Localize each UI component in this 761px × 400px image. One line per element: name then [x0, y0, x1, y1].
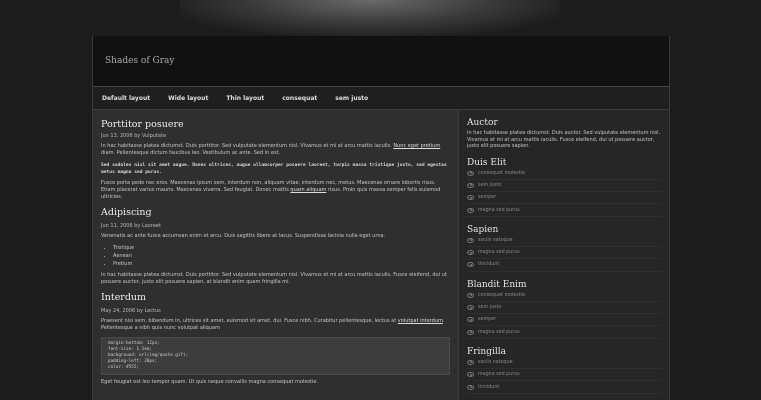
text: In hac habitasse platea dictumst. Duis p…: [101, 143, 394, 149]
sidebar-heading: Blandit Enim: [467, 279, 527, 290]
eye-icon: [467, 170, 474, 176]
sidebar-link[interactable]: magna sed purus: [467, 247, 661, 260]
sidebar-link-label: tincidunt: [478, 262, 500, 268]
eye-icon: [467, 317, 474, 323]
sidebar-link[interactable]: magna sed purus: [467, 326, 661, 339]
sidebar-link-label: consequat molestie: [478, 292, 526, 298]
sidebar-link[interactable]: semper: [467, 314, 661, 327]
nav-item-sem-justo[interactable]: sem justo: [326, 95, 377, 102]
eye-icon: [467, 237, 474, 243]
eye-icon: [467, 262, 474, 268]
nav-item-consequat[interactable]: consequat: [273, 95, 326, 102]
sidebar-about-text: In hac habitasse platea dictumst. Duis a…: [467, 130, 661, 149]
sidebar-link[interactable]: tincidunt: [467, 381, 661, 394]
page-container: Shades of Gray Default layout Wide layou…: [92, 36, 670, 400]
main-nav: Default layout Wide layout Thin layout c…: [93, 87, 669, 110]
sidebar-link-label: magna sed purus: [478, 329, 520, 335]
sidebar: Auctor In hac habitasse platea dictumst.…: [458, 110, 669, 400]
sidebar-link[interactable]: magna sed purus: [467, 369, 661, 382]
header-glow: [180, 0, 560, 36]
nav-item-wide-layout[interactable]: Wide layout: [159, 95, 217, 102]
sidebar-link[interactable]: sem justo: [467, 302, 661, 315]
sidebar-link[interactable]: consequat molestie: [467, 290, 661, 302]
sidebar-link[interactable]: semper: [467, 192, 661, 205]
post-title[interactable]: Interdum: [101, 286, 450, 303]
post-title[interactable]: Adipiscing: [101, 201, 450, 218]
eye-icon: [467, 372, 474, 378]
sidebar-link-label: semper: [478, 317, 497, 323]
site-title: Shades of Gray: [105, 56, 175, 66]
post-monospace-text: Sed sodales nisl sit amet augue. Donec u…: [101, 163, 447, 175]
sidebar-link-label: semper: [478, 195, 497, 201]
sidebar-link[interactable]: magna sed purus: [467, 204, 661, 217]
code-block: margin-bottom: 12px; font-size: 1.1em; b…: [101, 337, 450, 375]
eye-icon: [467, 182, 474, 188]
sidebar-link[interactable]: consequat molestie: [467, 168, 661, 180]
sidebar-heading: Duis Elit: [467, 157, 507, 168]
post-list: Tristique Aenean Pretium: [101, 244, 450, 268]
list-item: Pretium: [113, 260, 450, 268]
sidebar-link-label: sem justo: [478, 305, 502, 311]
sidebar-link[interactable]: sociis natoque: [467, 357, 661, 370]
nav-item-default-layout[interactable]: Default layout: [93, 95, 159, 102]
text: diam. Pellentesque dictum faucibus leo. …: [101, 150, 281, 156]
sidebar-link[interactable]: tincidunt: [467, 259, 661, 272]
post-meta: May 24, 2006 by Lectus: [101, 308, 161, 314]
list-item: Aenean: [113, 252, 450, 260]
post-paragraph: Praesent nisi sem, bibendum in, ultrices…: [101, 318, 450, 332]
inline-link[interactable]: quam aliquam: [290, 187, 326, 193]
eye-icon: [467, 305, 474, 311]
post-paragraph: Fusce porta pede nec eros. Maecenas ipsu…: [101, 180, 450, 201]
sidebar-link-label: magna sed purus: [478, 207, 520, 213]
post-paragraph: In hac habitasse platea dictumst. Duis p…: [101, 272, 447, 285]
post-meta: Jun 11, 2006 by Laoreet: [101, 223, 161, 229]
nav-item-thin-layout[interactable]: Thin layout: [217, 95, 273, 102]
sidebar-link-label: tincidunt: [478, 384, 500, 390]
site-header: Shades of Gray: [93, 36, 669, 87]
inline-link[interactable]: Nunc eget pretium: [393, 143, 440, 149]
eye-icon: [467, 292, 474, 298]
post-paragraph: In hac habitasse platea dictumst. Duis p…: [101, 143, 450, 157]
sidebar-link-label: magna sed purus: [478, 250, 520, 256]
post-title[interactable]: Porttitor posuere: [101, 110, 450, 130]
sidebar-heading: Auctor: [467, 118, 498, 128]
sidebar-link-label: consequat molestie: [478, 170, 526, 176]
post-paragraph: Eget feugiat est leo tempor quam. Ut qui…: [101, 379, 319, 385]
post-paragraph: Venenatis ac ante fusce accumsan enim et…: [101, 233, 386, 239]
sidebar-link[interactable]: sem justo: [467, 180, 661, 193]
eye-icon: [467, 207, 474, 213]
eye-icon: [467, 384, 474, 390]
text: Praesent nisi sem, bibendum in, ultrices…: [101, 318, 398, 324]
eye-icon: [467, 250, 474, 256]
eye-icon: [467, 329, 474, 335]
eye-icon: [467, 359, 474, 365]
inline-link[interactable]: volutpat interdum: [398, 318, 443, 324]
sidebar-link-label: sociis natoque: [478, 237, 513, 243]
sidebar-heading: Sapien: [467, 224, 499, 235]
sidebar-link-label: sem justo: [478, 182, 502, 188]
eye-icon: [467, 195, 474, 201]
sidebar-link[interactable]: sociis natoque: [467, 235, 661, 247]
list-item: Tristique: [113, 244, 450, 252]
post-meta: Jun 13, 2006 by Vulputate: [101, 133, 167, 139]
sidebar-heading: Fringilla: [467, 346, 506, 357]
sidebar-link-label: sociis natoque: [478, 359, 513, 365]
main-content: Porttitor posuere Jun 13, 2006 by Vulput…: [93, 110, 458, 400]
sidebar-link-label: magna sed purus: [478, 372, 520, 378]
